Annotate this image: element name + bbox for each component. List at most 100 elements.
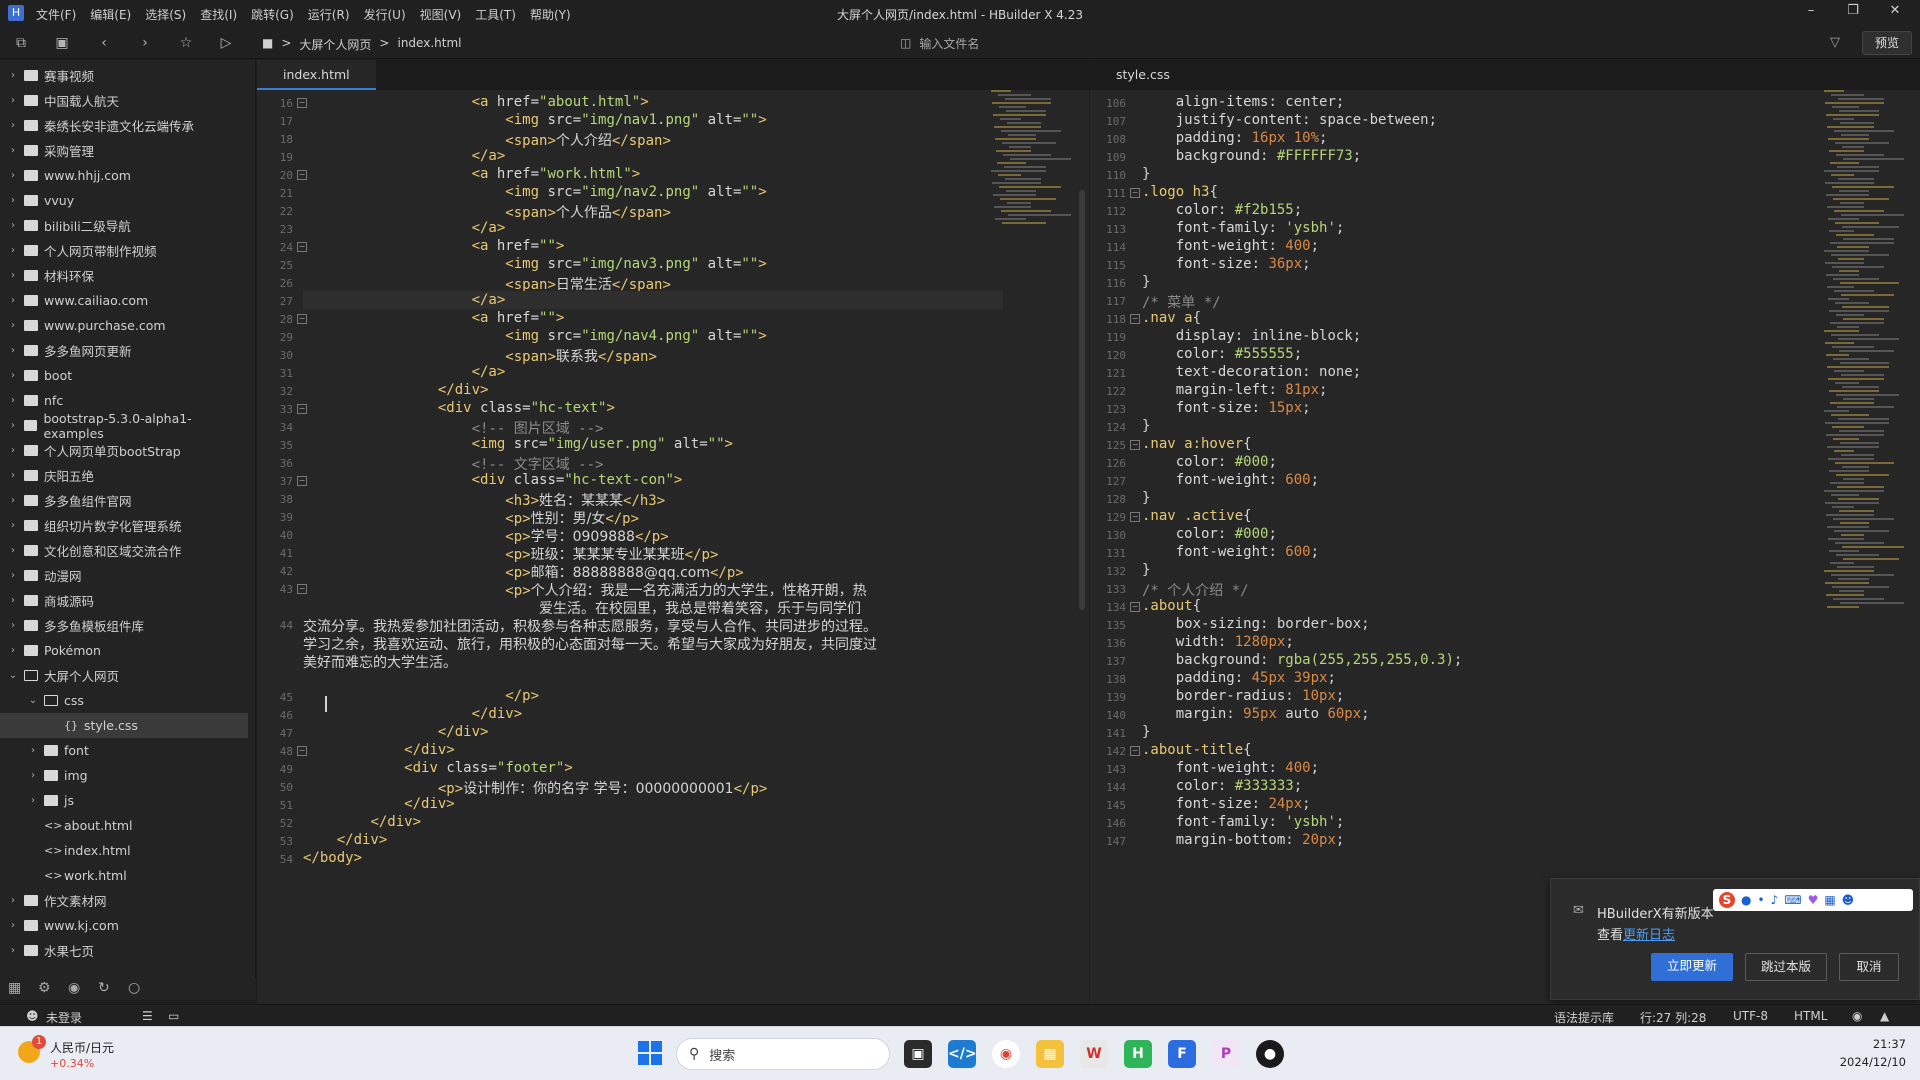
minimize-icon[interactable]: – <box>1796 3 1826 23</box>
tree-item[interactable]: › www.cailiao.com <box>0 288 248 313</box>
vscode-icon[interactable]: </> <box>948 1040 977 1068</box>
code-line[interactable]: </div> <box>303 742 455 758</box>
tree-item[interactable]: › bootstrap-5.3.0-alpha1-examples <box>0 411 248 441</box>
code-line[interactable]: </a> <box>303 220 506 236</box>
tab-index-html[interactable]: index.html <box>257 60 376 90</box>
code-line[interactable]: <div class="hc-text-con"> <box>303 472 683 488</box>
code-line[interactable]: </a> <box>303 148 506 164</box>
code-line[interactable]: </a> <box>303 292 506 308</box>
code-line[interactable]: 爱生活。在校园里，我总是带着笑容，乐于与同学们 <box>303 598 861 618</box>
minimap[interactable] <box>991 90 1071 270</box>
tree-item[interactable]: › www.kj.com <box>0 913 248 938</box>
pdd-icon[interactable]: P <box>1212 1040 1240 1068</box>
code-line[interactable]: <a href=""> <box>303 238 565 254</box>
code-line[interactable]: </div> <box>303 706 523 722</box>
code-line[interactable]: border-radius: 10px; <box>1142 688 1345 704</box>
fold-toggle-icon[interactable]: − <box>1130 512 1140 522</box>
outline-icon[interactable]: ☰ <box>142 1009 153 1023</box>
code-line[interactable]: <div class="footer"> <box>303 760 573 776</box>
settings-icon[interactable]: ◉ <box>68 980 80 996</box>
tree-item[interactable]: › 中国载人航天 <box>0 88 248 113</box>
code-line[interactable]: 交流分享。我热爱参加社团活动，积极参与各种志愿服务，享受与人合作、共同进步的过程… <box>303 616 877 636</box>
code-line[interactable]: .nav a:hover{ <box>1142 436 1252 452</box>
fold-toggle-icon[interactable]: − <box>1130 188 1140 198</box>
encoding[interactable]: UTF-8 <box>1733 1009 1768 1023</box>
code-line[interactable]: 学习之余，我喜欢运动、旅行，用积极的心态面对每一天。希望与大家成为好朋友，共同度… <box>303 634 877 654</box>
code-line[interactable]: } <box>1142 166 1150 182</box>
chrome-icon[interactable]: ◉ <box>992 1040 1020 1068</box>
code-line[interactable]: <img src="img/user.png" alt=""> <box>303 436 733 452</box>
tree-item[interactable]: › 秦绣长安非遗文化云端传承 <box>0 113 248 138</box>
tree-item[interactable]: › Pokémon <box>0 638 248 663</box>
toolbox-icon[interactable]: ▦ <box>1824 893 1835 907</box>
forward-icon[interactable]: › <box>136 34 154 52</box>
code-line[interactable]: margin-left: 81px; <box>1142 382 1328 398</box>
preview-button[interactable]: 预览 <box>1862 31 1912 55</box>
fold-toggle-icon[interactable]: − <box>297 584 307 594</box>
source-control-icon[interactable]: ○ <box>128 980 140 996</box>
login-status[interactable]: 未登录 <box>46 1009 82 1026</box>
code-line[interactable]: <h3>姓名：某某某</h3> <box>303 490 665 510</box>
clock[interactable]: 21:37 <box>1873 1037 1906 1051</box>
refresh-icon[interactable]: ↻ <box>98 980 110 996</box>
tree-item[interactable]: ⌄ 大屏个人网页 <box>0 663 248 688</box>
code-line[interactable]: </div> <box>303 796 455 812</box>
code-line[interactable]: background: #FFFFFF73; <box>1142 148 1361 164</box>
code-line[interactable]: } <box>1142 724 1150 740</box>
tree-item[interactable]: › 水果七页 <box>0 938 248 963</box>
fold-toggle-icon[interactable]: − <box>1130 602 1140 612</box>
tree-item[interactable]: › 个人网页单页bootStrap <box>0 438 248 463</box>
code-line[interactable]: } <box>1142 490 1150 506</box>
code-line[interactable]: display: inline-block; <box>1142 328 1361 344</box>
code-line[interactable]: } <box>1142 274 1150 290</box>
plugin-icon[interactable]: ⚙ <box>38 980 51 996</box>
feishu-icon[interactable]: F <box>1168 1040 1196 1068</box>
explorer-icon[interactable]: ▦ <box>8 980 21 996</box>
right-code-editor[interactable]: 106 align-items: center; 107 justify-cont… <box>1090 90 1920 1004</box>
tree-item[interactable]: {} style.css <box>0 713 248 738</box>
filter-icon[interactable]: ▽ <box>1830 35 1840 50</box>
code-line[interactable]: <!-- 图片区域 --> <box>303 418 604 438</box>
code-line[interactable]: <img src="img/nav3.png" alt=""> <box>303 256 766 272</box>
code-line[interactable]: padding: 45px 39px; <box>1142 670 1336 686</box>
code-line[interactable]: .about-title{ <box>1142 742 1252 758</box>
left-code-editor[interactable]: 16 <a href="about.html"> 17 <img src="img… <box>257 90 1089 1004</box>
code-line[interactable]: align-items: center; <box>1142 94 1345 110</box>
tree-item[interactable]: › 多多鱼模板组件库 <box>0 613 248 638</box>
tree-item[interactable]: › 庆阳五绝 <box>0 463 248 488</box>
code-line[interactable]: padding: 16px 10%; <box>1142 130 1328 146</box>
code-line[interactable]: </a> <box>303 364 506 380</box>
run-icon[interactable]: ▷ <box>217 34 235 52</box>
code-line[interactable]: font-family: 'ysbh'; <box>1142 814 1345 830</box>
code-line[interactable]: font-size: 24px; <box>1142 796 1311 812</box>
terminal-icon[interactable]: ▭ <box>168 1009 179 1023</box>
code-line[interactable]: color: #000; <box>1142 526 1277 542</box>
changelog-link[interactable]: 更新日志 <box>1623 924 1675 943</box>
breadcrumb-project[interactable]: 大屏个人网页 <box>299 36 371 53</box>
scrollbar-thumb[interactable] <box>1079 190 1085 610</box>
code-line[interactable]: font-weight: 400; <box>1142 238 1319 254</box>
language-mode[interactable]: HTML <box>1794 1009 1827 1023</box>
tree-item[interactable]: › font <box>0 738 248 763</box>
code-line[interactable]: text-decoration: none; <box>1142 364 1361 380</box>
tree-item[interactable]: <> work.html <box>0 863 248 888</box>
code-line[interactable]: /* 菜单 */ <box>1142 292 1221 312</box>
code-line[interactable]: <p>性别：男/女</p> <box>303 508 639 528</box>
bell-icon[interactable]: ▲ <box>1880 1009 1889 1023</box>
tree-item[interactable]: › 动漫网 <box>0 563 248 588</box>
restore-icon[interactable]: ❐ <box>1838 3 1868 23</box>
file-explorer-icon[interactable]: ▦ <box>1036 1040 1064 1068</box>
widget-title[interactable]: 人民币/日元 <box>50 1039 114 1056</box>
code-line[interactable]: color: #f2b155; <box>1142 202 1302 218</box>
code-line[interactable]: </body> <box>303 850 362 866</box>
code-line[interactable]: width: 1280px; <box>1142 634 1294 650</box>
fold-toggle-icon[interactable]: − <box>297 476 307 486</box>
code-line[interactable]: 美好而难忘的大学生活。 <box>303 652 457 672</box>
tree-item[interactable]: › 赛事视频 <box>0 63 248 88</box>
tree-item[interactable]: › img <box>0 763 248 788</box>
code-line[interactable]: </div> <box>303 814 421 830</box>
feedback-icon[interactable]: ◉ <box>1852 1009 1862 1023</box>
tab-style-css[interactable]: style.css <box>1090 60 1196 90</box>
fold-toggle-icon[interactable]: − <box>297 404 307 414</box>
code-line[interactable]: </div> <box>303 382 489 398</box>
